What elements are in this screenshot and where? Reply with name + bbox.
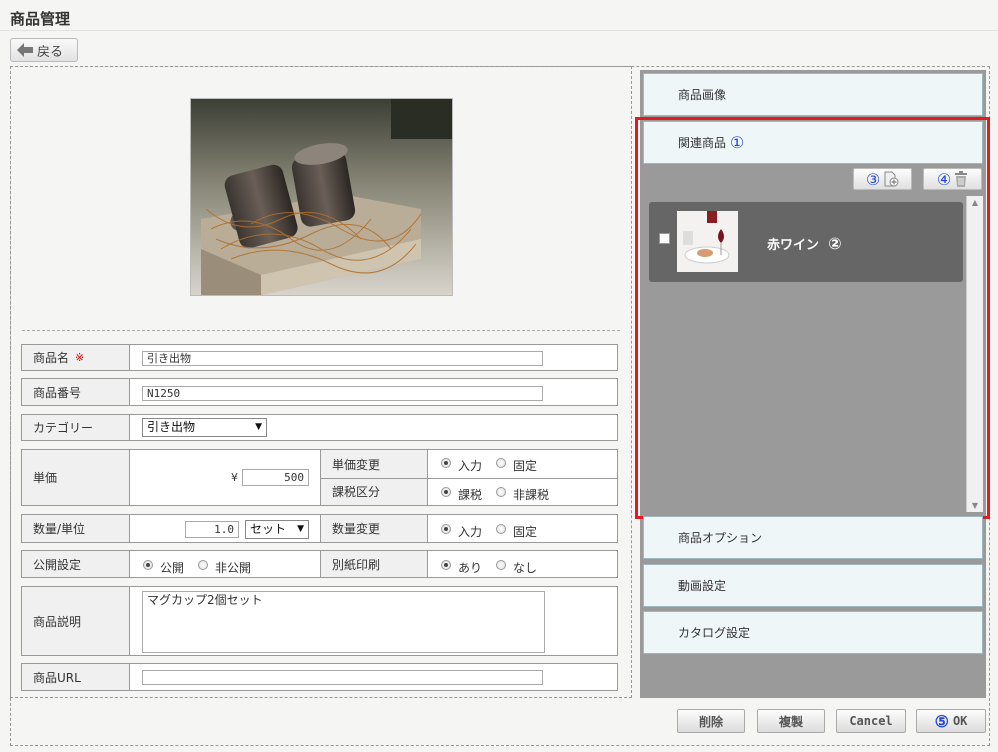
price-change-label: 単価変更: [320, 450, 428, 478]
price-label: 単価: [22, 450, 130, 505]
description-label: 商品説明: [22, 587, 130, 655]
duplicate-button[interactable]: 複製: [757, 709, 825, 733]
print-yes-label: あり: [458, 561, 483, 575]
qty-change-input-label: 入力: [458, 525, 483, 539]
dropdown-arrow-icon: ▼: [297, 524, 304, 534]
print-yes-radio[interactable]: [441, 560, 451, 570]
publish-public-label: 公開: [160, 561, 185, 575]
publish-label: 公開設定: [22, 551, 130, 577]
ok-button[interactable]: ⑤ OK: [916, 709, 986, 733]
section-product-images[interactable]: 商品画像: [643, 73, 983, 116]
price-change-fixed-radio[interactable]: [496, 458, 506, 468]
qty-change-fixed-label: 固定: [513, 525, 538, 539]
row-price: 単価 ¥ 500 単価変更 課税区分 入力 固定 課税 非課税: [21, 449, 618, 506]
product-number-input[interactable]: N1250: [142, 386, 543, 401]
product-name-label: 商品名 ※: [22, 345, 130, 370]
highlight-box: [635, 117, 990, 519]
section-product-options[interactable]: 商品オプション: [643, 516, 983, 559]
qty-change-input-radio[interactable]: [441, 524, 451, 534]
back-button[interactable]: 戻る: [10, 38, 78, 62]
publish-private-label: 非公開: [215, 561, 252, 575]
section-catalog-settings[interactable]: カタログ設定: [643, 611, 983, 654]
publish-public-radio[interactable]: [143, 560, 153, 570]
print-no-label: なし: [513, 561, 538, 575]
tax-taxable-radio[interactable]: [441, 487, 451, 497]
row-category: カテゴリー 引き出物 ▼: [21, 414, 618, 441]
url-input[interactable]: [142, 670, 543, 685]
description-textarea[interactable]: マグカップ2個セット: [142, 591, 545, 653]
tax-nontaxable-radio[interactable]: [496, 487, 506, 497]
url-label: 商品URL: [22, 664, 130, 690]
row-quantity: 数量/単位 1.0 セット ▼ 数量変更 入力 固定: [21, 514, 618, 543]
page-title: 商品管理: [10, 10, 71, 28]
currency-symbol: ¥: [231, 471, 238, 484]
product-image: [190, 98, 453, 296]
category-select[interactable]: 引き出物 ▼: [142, 418, 267, 437]
row-product-number: 商品番号 N1250: [21, 378, 618, 406]
row-url: 商品URL: [21, 663, 618, 691]
product-name-input[interactable]: 引き出物: [142, 351, 543, 366]
arrow-left-icon: [17, 43, 33, 57]
quantity-label: 数量/単位: [22, 515, 130, 542]
category-label: カテゴリー: [22, 415, 130, 440]
image-divider: [22, 330, 620, 331]
section-video-settings[interactable]: 動画設定: [643, 564, 983, 607]
row-description: 商品説明 マグカップ2個セット: [21, 586, 618, 656]
required-mark: ※: [75, 351, 85, 364]
unit-select[interactable]: セット ▼: [245, 520, 309, 539]
quantity-input[interactable]: 1.0: [185, 521, 239, 538]
tax-nontaxable-label: 非課税: [513, 488, 550, 502]
delete-button[interactable]: 削除: [677, 709, 745, 733]
row-publish: 公開設定 公開 非公開 別紙印刷 あり なし: [21, 550, 618, 578]
back-label: 戻る: [37, 44, 64, 60]
marker-5: ⑤: [934, 711, 949, 731]
price-input[interactable]: 500: [242, 469, 309, 486]
title-divider: [0, 30, 998, 31]
print-no-radio[interactable]: [496, 560, 506, 570]
separate-print-label: 別紙印刷: [320, 551, 428, 577]
cancel-button[interactable]: Cancel: [836, 709, 906, 733]
publish-private-radio[interactable]: [198, 560, 208, 570]
quantity-change-label: 数量変更: [320, 515, 428, 542]
dropdown-arrow-icon: ▼: [255, 422, 262, 432]
tax-taxable-label: 課税: [458, 488, 483, 502]
price-change-input-label: 入力: [458, 459, 483, 473]
price-change-input-radio[interactable]: [441, 458, 451, 468]
product-number-label: 商品番号: [22, 379, 130, 405]
row-product-name: 商品名 ※ 引き出物: [21, 344, 618, 371]
qty-change-fixed-radio[interactable]: [496, 524, 506, 534]
tax-label: 課税区分: [320, 478, 428, 505]
price-change-fixed-label: 固定: [513, 459, 538, 473]
